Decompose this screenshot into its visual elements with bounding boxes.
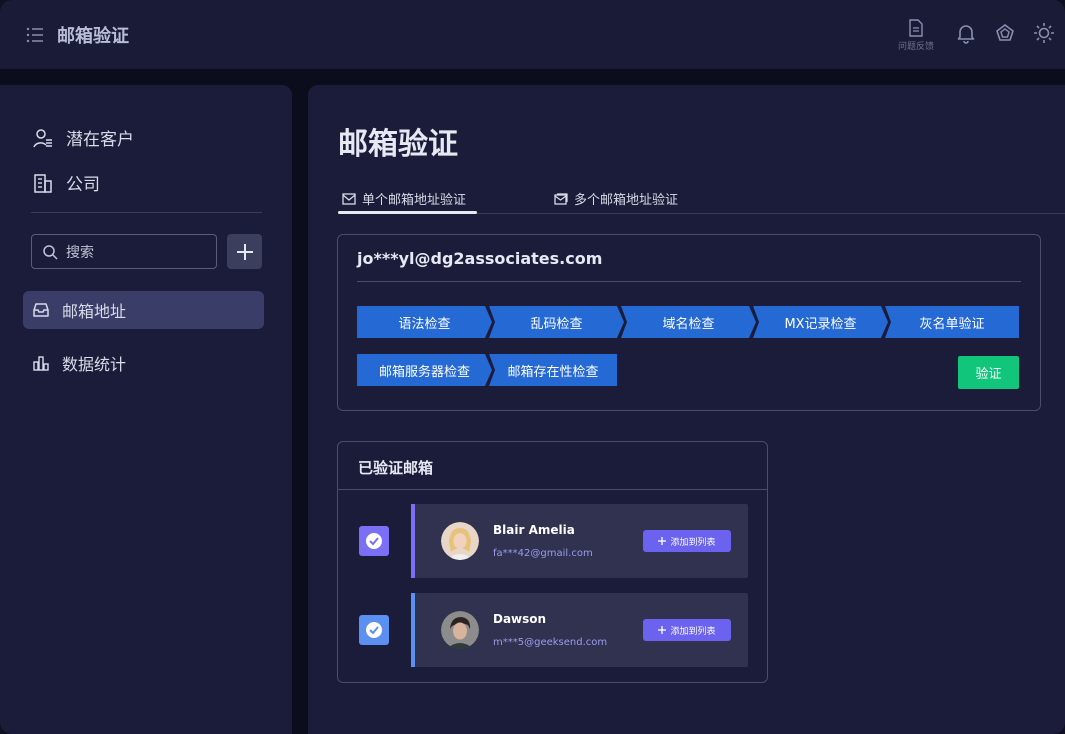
add-to-list-button[interactable]: 添加到列表 (643, 619, 731, 641)
check-circle-icon (366, 533, 382, 549)
verified-email-row: Dawson m***5@geeksend.com 添加到列表 (411, 593, 748, 667)
pentagon-badge-icon[interactable] (994, 22, 1016, 44)
inbox-icon (33, 303, 49, 317)
contact-email: fa***42@gmail.com (493, 548, 593, 559)
search-icon (43, 244, 58, 260)
sidebar-item-company[interactable]: 公司 (32, 170, 100, 195)
step-mailbox-existence-check: 邮箱存在性检查 (489, 354, 617, 386)
verified-emails-card: 已验证邮箱 Blair Amelia fa***42@gmail.com 添加到… (337, 441, 768, 683)
verify-button[interactable]: 验证 (958, 356, 1019, 389)
users-icon (33, 128, 52, 147)
card-divider (357, 281, 1021, 282)
sidebar-divider (31, 212, 262, 213)
tab-label: 多个邮箱地址验证 (574, 193, 679, 208)
feedback-button[interactable]: 问题反馈 (895, 19, 937, 52)
building-icon (34, 173, 52, 193)
verified-title: 已验证邮箱 (358, 459, 434, 477)
sidebar-item-email-address[interactable]: 邮箱地址 (23, 291, 264, 329)
sidebar-item-label: 数据统计 (62, 355, 127, 374)
main-panel: 邮箱验证 单个邮箱地址验证 多个邮箱地址验证 jo***yl@dg2associ… (308, 85, 1065, 734)
menu-list-icon[interactable] (25, 25, 45, 45)
tab-single-email[interactable]: 单个邮箱地址验证 (342, 189, 466, 208)
avatar (441, 522, 479, 560)
add-to-list-button[interactable]: 添加到列表 (643, 530, 731, 552)
sidebar-item-label: 潜在客户 (66, 130, 134, 150)
add-to-list-label: 添加到列表 (670, 537, 716, 548)
search-placeholder: 搜索 (66, 244, 94, 261)
mails-icon (554, 192, 568, 205)
feedback-label: 问题反馈 (897, 42, 934, 52)
tab-label: 单个邮箱地址验证 (362, 193, 467, 208)
check-circle-icon (366, 622, 382, 638)
avatar (441, 611, 479, 649)
active-tab-indicator (338, 211, 477, 214)
app-window: 邮箱验证 问题反馈 潜在客户 公司 搜索 邮箱地址 数据统计 邮箱验证 单个邮箱… (0, 0, 1065, 734)
tab-multiple-email[interactable]: 多个邮箱地址验证 (554, 189, 678, 208)
step-garbled-check: 乱码检查 (489, 306, 624, 338)
sun-icon[interactable] (1033, 22, 1055, 44)
row-accent-bar (411, 504, 415, 578)
bell-icon[interactable] (955, 22, 977, 44)
step-mx-check: MX记录检查 (753, 306, 888, 338)
search-input[interactable]: 搜索 (31, 234, 217, 269)
row-checkbox[interactable] (359, 615, 389, 645)
page-title: 邮箱验证 (338, 127, 458, 162)
contact-name: Dawson (493, 612, 547, 626)
plus-icon (658, 537, 667, 545)
top-bar: 邮箱验证 问题反馈 (0, 0, 1065, 69)
contact-name: Blair Amelia (493, 523, 575, 537)
contact-email: m***5@geeksend.com (493, 637, 608, 648)
sidebar-item-leads[interactable]: 潜在客户 (32, 125, 134, 150)
step-domain-check: 域名检查 (621, 306, 756, 338)
row-checkbox[interactable] (359, 526, 389, 556)
verified-divider (338, 489, 767, 490)
sidebar-item-label: 邮箱地址 (62, 302, 127, 321)
sidebar-item-statistics[interactable]: 数据统计 (23, 344, 264, 382)
verified-email-row: Blair Amelia fa***42@gmail.com 添加到列表 (411, 504, 748, 578)
document-icon (909, 19, 923, 37)
mail-icon (342, 192, 356, 205)
step-syntax-check: 语法检查 (357, 306, 492, 338)
step-greylist-check: 灰名单验证 (885, 306, 1019, 338)
tab-bar: 单个邮箱地址验证 多个邮箱地址验证 (338, 185, 1065, 214)
verify-card: jo***yl@dg2associates.com 语法检查 乱码检查 域名检查… (337, 234, 1041, 411)
email-being-verified: jo***yl@dg2associates.com (357, 249, 603, 268)
bar-chart-icon (33, 356, 49, 371)
plus-icon (236, 243, 253, 260)
step-mail-server-check: 邮箱服务器检查 (357, 354, 492, 386)
add-to-list-label: 添加到列表 (670, 626, 716, 637)
add-button[interactable] (227, 234, 262, 269)
sidebar: 潜在客户 公司 搜索 邮箱地址 数据统计 (0, 85, 292, 734)
sidebar-item-label: 公司 (66, 175, 100, 195)
app-title: 邮箱验证 (57, 26, 129, 47)
plus-icon (658, 626, 667, 634)
row-accent-bar (411, 593, 415, 667)
